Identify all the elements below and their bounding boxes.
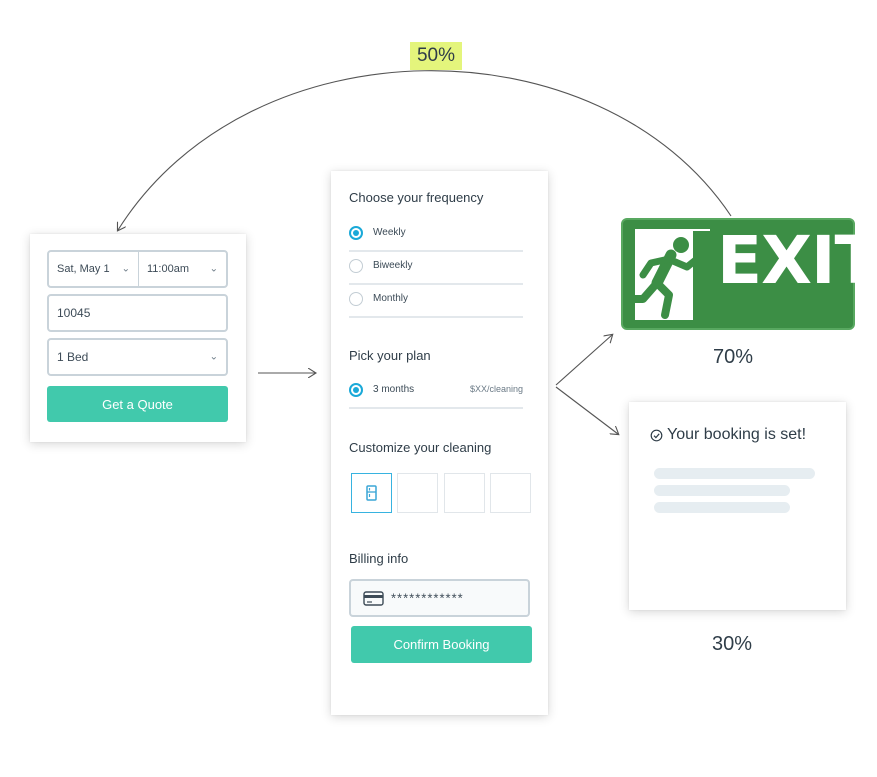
plan-option-label: 3 months: [373, 384, 415, 395]
quote-card: Sat, May 1 ⌄ 11:00am ⌄ 10045 1 Bed ⌄ Get…: [30, 234, 246, 442]
exit-sign-panel: [629, 229, 710, 320]
bedrooms-select[interactable]: 1 Bed ⌄: [47, 338, 228, 376]
radio-unselected-icon: [349, 292, 363, 306]
radio-unselected-icon: [349, 259, 363, 273]
radio-selected-icon: [349, 226, 363, 240]
plan-title: Pick your plan: [349, 348, 431, 363]
date-value: Sat, May 1: [57, 263, 110, 275]
placeholder-line: [654, 485, 790, 496]
credit-card-icon: [363, 591, 384, 606]
get-quote-button[interactable]: Get a Quote: [47, 386, 228, 422]
fridge-icon: [366, 485, 377, 501]
bedrooms-value: 1 Bed: [57, 350, 89, 364]
running-person-icon: [629, 231, 710, 320]
customize-tile[interactable]: [397, 473, 438, 513]
frequency-option-label: Biweekly: [373, 260, 413, 271]
chevron-down-icon: ⌄: [121, 263, 130, 275]
loop-percent-label: 50%: [410, 42, 462, 70]
booking-confirmation-card: Your booking is set!: [629, 402, 846, 610]
placeholder-line: [654, 468, 815, 479]
date-select[interactable]: Sat, May 1 ⌄: [47, 250, 139, 288]
time-select[interactable]: 11:00am ⌄: [138, 250, 228, 288]
frequency-title: Choose your frequency: [349, 190, 484, 205]
zip-value: 10045: [57, 306, 91, 320]
customize-tile-fridge[interactable]: [351, 473, 392, 513]
frequency-option-weekly[interactable]: Weekly: [349, 218, 523, 252]
booking-form-card: Choose your frequency Weekly Biweekly Mo…: [331, 171, 548, 715]
chevron-down-icon: ⌄: [209, 263, 218, 275]
exit-sign: EXIT: [621, 218, 877, 330]
card-number-value: ************: [391, 590, 464, 606]
plan-option[interactable]: 3 months $XX/cleaning: [349, 375, 523, 409]
exit-word: EXIT: [717, 222, 877, 299]
customize-title: Customize your cleaning: [349, 440, 492, 455]
confirm-booking-button[interactable]: Confirm Booking: [351, 626, 532, 663]
billing-title: Billing info: [349, 551, 409, 566]
booking-set-text: Your booking is set!: [667, 426, 807, 443]
time-value: 11:00am: [147, 263, 189, 275]
zip-input[interactable]: 10045: [47, 294, 228, 332]
chevron-down-icon: ⌄: [209, 351, 218, 363]
form-to-exit-arrow: [555, 335, 612, 386]
frequency-option-label: Weekly: [373, 227, 406, 238]
check-circle-icon: [650, 429, 663, 442]
form-to-booked-arrow: [555, 386, 618, 434]
customize-tile[interactable]: [444, 473, 485, 513]
frequency-option-monthly[interactable]: Monthly: [349, 284, 523, 318]
exit-percent-label: 70%: [713, 346, 754, 368]
plan-price: $XX/cleaning: [469, 384, 523, 394]
frequency-option-biweekly[interactable]: Biweekly: [349, 251, 523, 285]
booked-percent-label: 30%: [712, 633, 753, 655]
placeholder-line: [654, 502, 790, 513]
frequency-option-label: Monthly: [373, 293, 409, 304]
customize-tile[interactable]: [490, 473, 531, 513]
card-number-input[interactable]: ************: [349, 579, 530, 617]
radio-selected-icon: [349, 383, 363, 397]
